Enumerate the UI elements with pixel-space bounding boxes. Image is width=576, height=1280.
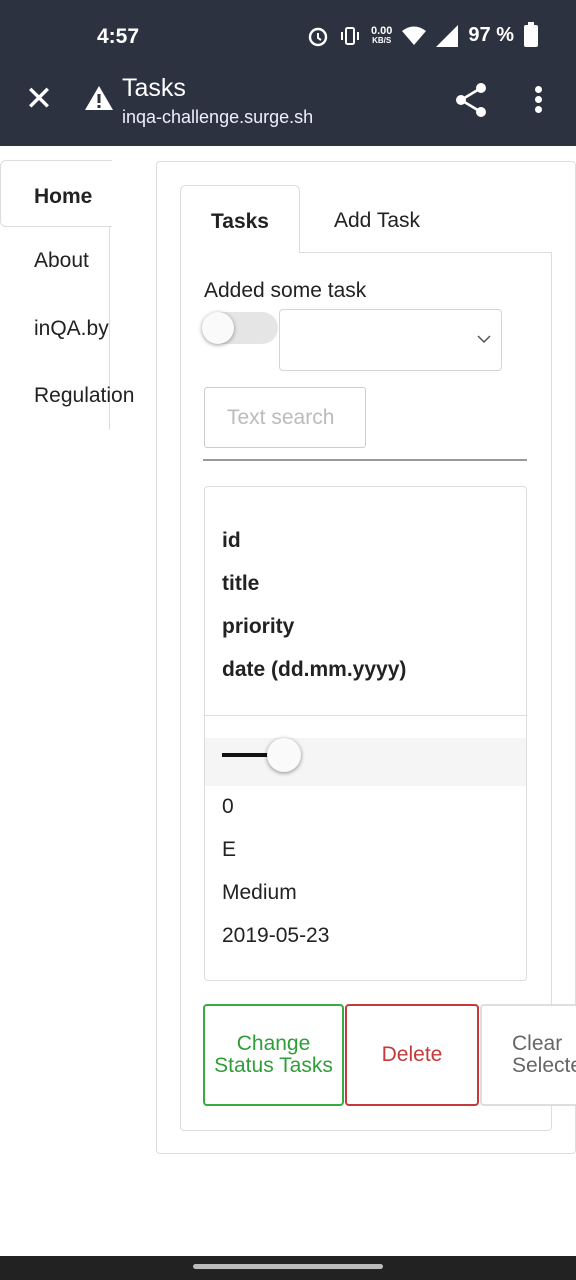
header-priority: priority — [222, 615, 295, 638]
app-title: Tasks — [122, 74, 186, 102]
vibrate-icon — [340, 26, 359, 45]
row-select-toggle[interactable] — [267, 738, 301, 772]
app-url: inqa-challenge.surge.sh — [122, 107, 314, 127]
home-handle[interactable] — [193, 1264, 383, 1269]
side-nav: Home About inQA.by Regulation — [0, 160, 134, 430]
tab-add-task[interactable]: Add Task — [334, 209, 420, 233]
cell-title: E — [222, 838, 237, 861]
header-date: date (dd.mm.yyyy) — [222, 658, 407, 681]
cell-priority: Medium — [222, 881, 297, 904]
warning-icon[interactable] — [84, 84, 114, 112]
wifi-icon — [402, 26, 427, 45]
header-separator — [205, 715, 526, 716]
tasks-table: id title priority date (dd.mm.yyyy) 0 E … — [204, 486, 527, 981]
top-bar: 4:57 0.00 KB/S 97 % ✕ Tasks inqa-challeng… — [0, 0, 576, 146]
nav-item-inqa[interactable]: inQA.by — [34, 317, 109, 341]
toggle-knob — [202, 312, 234, 344]
signal-icon — [436, 24, 459, 47]
status-time: 4:57 — [97, 25, 140, 48]
battery-percent: 97 % — [468, 24, 514, 46]
status-icons: 0.00 KB/S 97 % — [307, 21, 538, 47]
nav-item-about[interactable]: About — [34, 249, 89, 273]
tab-tasks[interactable]: Tasks — [180, 185, 300, 253]
nav-item-home[interactable]: Home — [0, 160, 112, 227]
divider — [203, 459, 527, 461]
share-icon[interactable] — [454, 82, 488, 118]
header-title: title — [222, 572, 260, 595]
more-vert-icon[interactable] — [528, 84, 550, 114]
battery-icon — [524, 21, 538, 47]
filter-select[interactable] — [279, 309, 502, 371]
added-task-label: Added some task — [204, 279, 367, 302]
alarm-icon — [308, 27, 328, 46]
chevron-down-icon — [477, 335, 491, 344]
added-task-toggle[interactable] — [202, 312, 278, 344]
clear-selected-button[interactable]: Clear Selected — [480, 1004, 576, 1106]
change-status-button[interactable]: Change Status Tasks — [203, 1004, 344, 1106]
net-speed: 0.00 KB/S — [370, 24, 393, 45]
row-select-track — [222, 753, 272, 757]
text-search-input[interactable] — [204, 387, 366, 448]
row-select-bar — [205, 738, 526, 786]
cell-date: 2019-05-23 — [222, 924, 330, 947]
delete-button[interactable]: Delete — [345, 1004, 479, 1106]
nav-item-regulation[interactable]: Regulation — [34, 384, 134, 408]
close-icon[interactable]: ✕ — [22, 82, 56, 118]
system-nav-bar — [0, 1256, 576, 1280]
header-id: id — [222, 529, 241, 552]
cell-id: 0 — [222, 795, 234, 818]
